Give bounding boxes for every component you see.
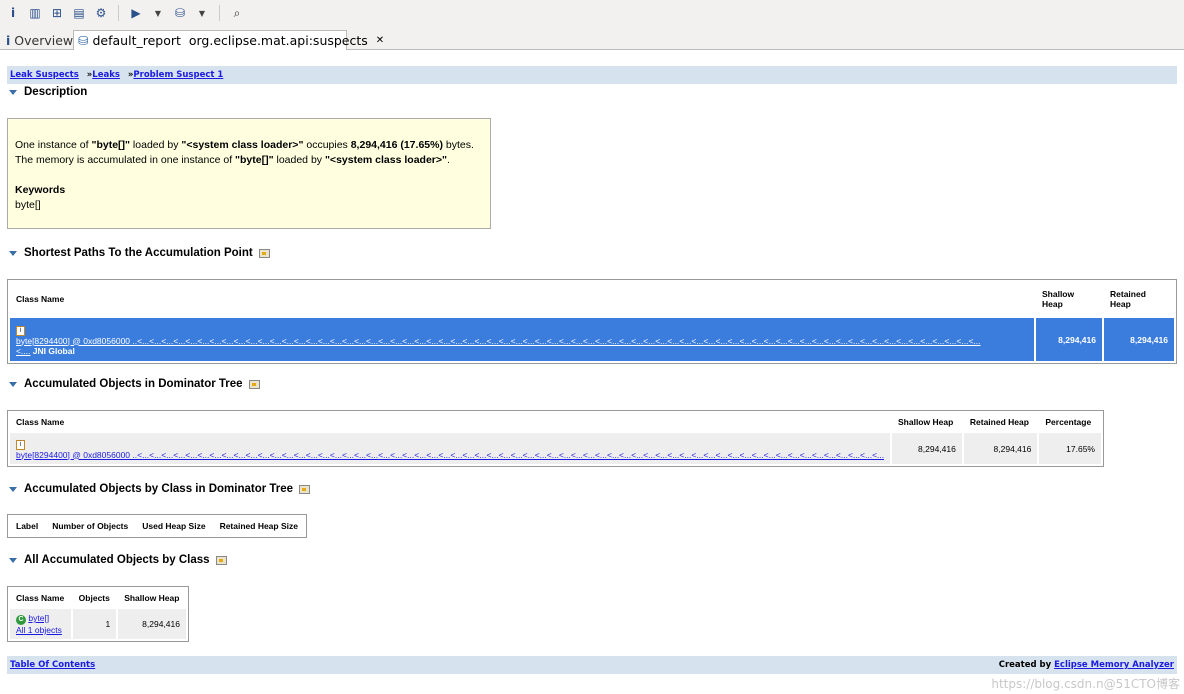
table-row[interactable]: C byte[] All 1 objects 1 8,294,416 <box>10 609 186 639</box>
info-icon[interactable]: i <box>5 5 21 21</box>
oql-icon[interactable]: ▤ <box>71 5 87 21</box>
report-icon: ⛁ <box>78 33 89 48</box>
class-link[interactable]: byte[] <box>28 613 49 623</box>
toolbar-separator <box>219 5 220 21</box>
object-icon: i <box>16 325 25 336</box>
tab-label: Overview <box>14 32 74 48</box>
percentage-cell: 17.65% <box>1039 433 1101 464</box>
object-icon: i <box>16 439 25 450</box>
footer-bar: Table Of Contents Created by Eclipse Mem… <box>7 656 1177 674</box>
breadcrumb-problem-suspect[interactable]: Problem Suspect 1 <box>133 70 223 80</box>
object-link[interactable]: byte[8294400] @ 0xd8056000 ..<...<...<..… <box>16 450 884 460</box>
gc-root-label: JNI Global <box>30 345 75 356</box>
column-header[interactable]: Objects <box>72 589 117 607</box>
created-by: Created by Eclipse Memory Analyzer <box>998 660 1174 670</box>
column-header[interactable]: Shallow Heap <box>892 413 962 431</box>
column-header[interactable]: Shallow Heap <box>1036 282 1102 316</box>
dominator-table: Class Name Shallow Heap Retained Heap Perce… <box>7 410 1104 467</box>
all-objects-link[interactable]: All 1 objects <box>16 625 62 635</box>
breadcrumb-leaks[interactable]: Leaks <box>92 70 120 80</box>
column-header[interactable]: Number of Objects <box>46 517 135 535</box>
collapse-icon <box>9 381 17 387</box>
section-description-toggle[interactable]: Description <box>9 86 87 98</box>
section-title: Description <box>24 86 88 98</box>
column-header[interactable]: Retained Heap Size <box>213 517 304 535</box>
histogram-icon[interactable]: ▥ <box>27 5 43 21</box>
run-query-icon[interactable]: ▶ <box>128 5 144 21</box>
keywords-label: Keywords <box>15 184 66 196</box>
toolbar: i ▥ ⊞ ▤ ⚙ ▶ ▼ ⛁ ▼ ⌕ <box>0 0 1184 26</box>
collapse-icon <box>9 89 17 95</box>
column-header[interactable]: Label <box>10 517 45 535</box>
close-icon[interactable]: ✕ <box>376 35 384 46</box>
collapse-icon <box>9 486 17 492</box>
tab-label: default_report org.eclipse.mat.api:suspe… <box>92 33 368 48</box>
breadcrumb: Leak Suspects » Leaks » Problem Suspect … <box>7 66 1177 84</box>
editor-tabs: i Overview ⛁ default_report org.eclipse.… <box>0 26 1184 50</box>
column-header[interactable]: Percentage <box>1039 413 1101 431</box>
class-icon: C <box>16 615 26 625</box>
search-icon[interactable]: ⌕ <box>229 5 245 21</box>
shallow-heap-cell: 8,294,416 <box>892 433 962 464</box>
by-class-table: Label Number of Objects Used Heap Size Reta… <box>7 514 307 538</box>
collapse-icon <box>9 557 17 563</box>
shallow-heap-cell: 8,294,416 <box>118 609 186 639</box>
column-header[interactable]: Retained Heap <box>963 413 1038 431</box>
description-line-1: One instance of "byte[]" loaded by "<sys… <box>15 139 474 151</box>
column-header[interactable]: Used Heap Size <box>136 517 212 535</box>
breadcrumb-leak-suspects[interactable]: Leak Suspects <box>10 70 79 80</box>
retained-heap-cell: 8,294,416 <box>1104 318 1174 361</box>
section-shortest-paths-toggle[interactable]: Shortest Paths To the Accumulation Point <box>9 247 270 259</box>
section-title: Shortest Paths To the Accumulation Point <box>24 247 253 259</box>
object-link[interactable]: byte[8294400] @ 0xd8056000 ..<...<...<..… <box>16 336 1028 346</box>
report-icon[interactable]: ⛁ <box>172 5 188 21</box>
path-continuation-link[interactable]: <.... <box>16 346 30 356</box>
section-title: Accumulated Objects by Class in Dominato… <box>24 483 294 495</box>
shortest-paths-table: Class Name Shallow Heap Retained Heap i byt… <box>7 279 1177 364</box>
table-row[interactable]: i byte[8294400] @ 0xd8056000 ..<...<...<.… <box>10 433 1101 464</box>
watermark: https://blog.csdn.n@51CTO博客 <box>991 677 1180 691</box>
open-query-icon[interactable] <box>248 379 260 389</box>
tab-overview[interactable]: i Overview <box>2 30 77 50</box>
objects-cell: 1 <box>72 609 117 639</box>
toolbar-separator <box>118 5 119 21</box>
column-header[interactable]: Shallow Heap <box>118 589 186 607</box>
description-box: One instance of "byte[]" loaded by "<sys… <box>7 118 491 229</box>
thread-overview-icon[interactable]: ⚙ <box>93 5 109 21</box>
open-query-icon[interactable] <box>258 248 270 258</box>
section-all-by-class-toggle[interactable]: All Accumulated Objects by Class <box>9 554 227 566</box>
section-dominator-toggle[interactable]: Accumulated Objects in Dominator Tree <box>9 378 260 390</box>
column-header[interactable]: Retained Heap <box>1104 282 1174 316</box>
collapse-icon <box>9 250 17 256</box>
column-header[interactable]: Class Name <box>10 589 71 607</box>
section-by-class-toggle[interactable]: Accumulated Objects by Class in Dominato… <box>9 483 311 495</box>
chevron-down-icon[interactable]: ▼ <box>194 5 210 21</box>
open-query-icon[interactable] <box>299 484 311 494</box>
description-line-2: The memory is accumulated in one instanc… <box>15 154 450 166</box>
column-header[interactable]: Class Name <box>10 413 890 431</box>
column-header[interactable]: Class Name <box>10 282 1034 316</box>
report-content: Leak Suspects » Leaks » Problem Suspect … <box>0 51 1184 694</box>
info-icon: i <box>6 32 11 48</box>
shallow-heap-cell: 8,294,416 <box>1036 318 1102 361</box>
keywords-value: byte[] <box>15 199 41 211</box>
chevron-down-icon[interactable]: ▼ <box>150 5 166 21</box>
table-of-contents-link[interactable]: Table Of Contents <box>10 660 95 670</box>
section-title: All Accumulated Objects by Class <box>24 554 210 566</box>
eclipse-mat-link[interactable]: Eclipse Memory Analyzer <box>1054 660 1174 670</box>
open-query-icon[interactable] <box>215 555 227 565</box>
tab-default-report[interactable]: ⛁ default_report org.eclipse.mat.api:sus… <box>73 30 384 50</box>
table-row[interactable]: i byte[8294400] @ 0xd8056000 ..<...<...<.… <box>10 318 1174 361</box>
section-title: Accumulated Objects in Dominator Tree <box>24 378 243 390</box>
all-by-class-table: Class Name Objects Shallow Heap C byte[] Al… <box>7 586 189 642</box>
retained-heap-cell: 8,294,416 <box>963 433 1038 464</box>
dominator-tree-icon[interactable]: ⊞ <box>49 5 65 21</box>
